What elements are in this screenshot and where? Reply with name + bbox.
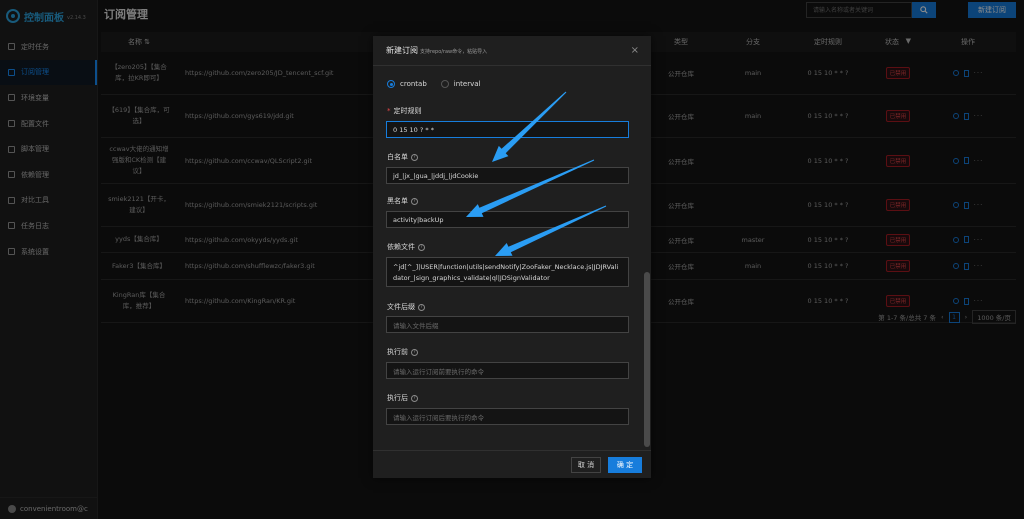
whitelist-input[interactable]: jd_|jx_|gua_|jddj_|jdCookie — [386, 167, 629, 184]
radio-checked-icon — [387, 80, 395, 88]
dependency-input[interactable]: ^jd[^_]|USER|function|utils|sendNotify|Z… — [386, 257, 629, 287]
after-command-input[interactable]: 请输入运行订阅后要执行的命令 — [386, 408, 629, 425]
modal-header: 新建订阅 支持repo/raw命令，粘贴导入 × — [373, 36, 651, 66]
modal-body: crontab interval * 定时规则 0 15 10 ? * * 白名单… — [373, 66, 651, 450]
cron-label: * 定时规则 — [387, 107, 422, 115]
modal-title: 新建订阅 — [386, 46, 418, 55]
dependency-label: 依赖文件? — [387, 242, 425, 252]
blacklist-label: 黑名单? — [387, 196, 418, 206]
radio-interval[interactable]: interval — [440, 80, 480, 88]
modal-subtitle: 支持repo/raw命令，粘贴导入 — [420, 49, 488, 55]
suffix-label: 文件后缀? — [387, 302, 425, 312]
new-subscription-modal: 新建订阅 支持repo/raw命令，粘贴导入 × crontab interva… — [373, 36, 651, 478]
radio-crontab[interactable]: crontab — [387, 80, 427, 88]
help-icon: ? — [418, 303, 425, 311]
help-icon: ? — [411, 394, 418, 402]
radio-unchecked-icon — [440, 80, 449, 88]
help-icon: ? — [411, 153, 418, 161]
cancel-button[interactable]: 取 消 — [571, 457, 601, 473]
cron-input[interactable]: 0 15 10 ? * * — [386, 121, 629, 138]
help-icon: ? — [418, 243, 425, 251]
help-icon: ? — [411, 197, 418, 205]
whitelist-label: 白名单? — [387, 152, 418, 162]
close-icon[interactable]: × — [631, 45, 639, 56]
modal-scrollbar[interactable] — [644, 272, 650, 447]
help-icon: ? — [411, 348, 418, 356]
before-label: 执行前? — [387, 347, 418, 357]
suffix-input[interactable]: 请输入文件后缀 — [386, 316, 629, 333]
before-command-input[interactable]: 请输入运行订阅前要执行的命令 — [386, 362, 629, 379]
ok-button[interactable]: 确 定 — [608, 457, 642, 473]
after-label: 执行后? — [387, 393, 418, 403]
blacklist-input[interactable]: activity|backUp — [386, 211, 629, 228]
modal-footer: 取 消 确 定 — [373, 450, 651, 478]
schedule-type-radio-group: crontab interval — [387, 80, 480, 88]
